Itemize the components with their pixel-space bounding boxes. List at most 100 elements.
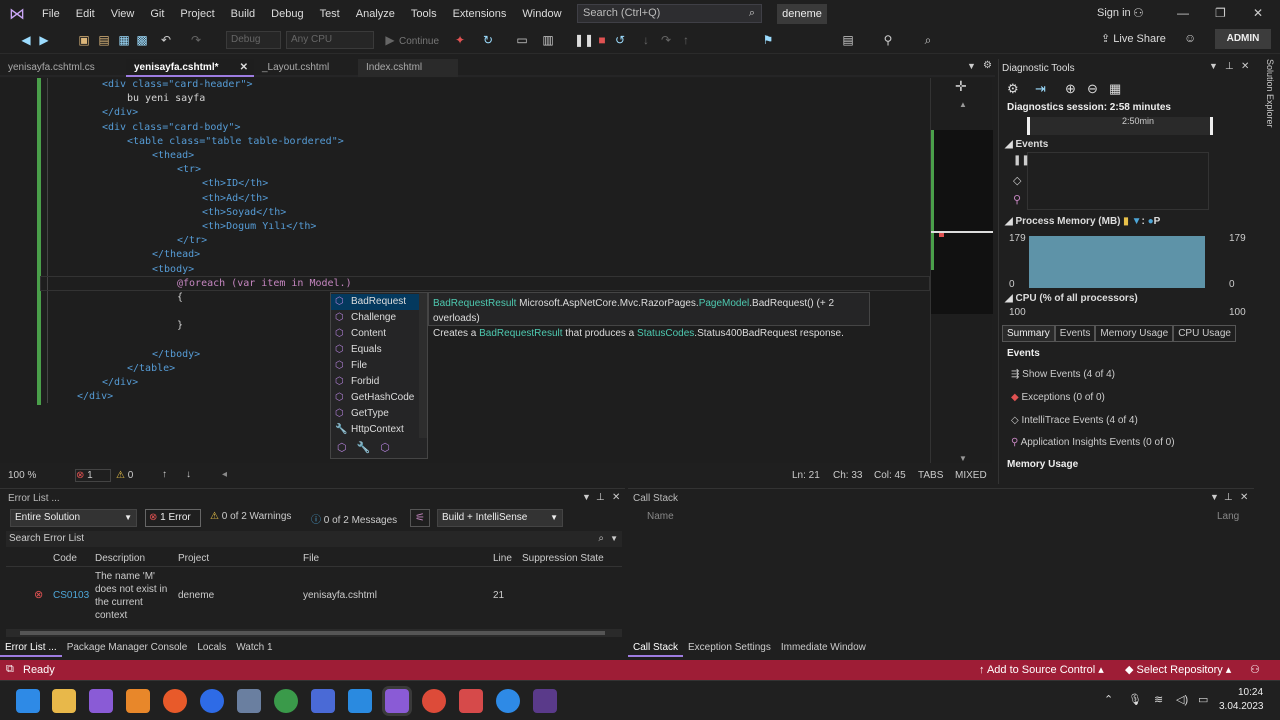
tab-immediate-window[interactable]: Immediate Window [776,639,871,657]
menu-build[interactable]: Build [223,0,263,28]
close-icon[interactable]: ✕ [1253,6,1263,20]
live-share-button[interactable]: ⇪ Live Share [1101,32,1166,45]
settings-icon[interactable]: ⚙ [1007,81,1019,97]
search-box[interactable]: Search (Ctrl+Q) ⌕ [577,4,762,23]
menu-project[interactable]: Project [172,0,222,28]
build-filter-dropdown[interactable]: Build + IntelliSense ▼ [437,509,563,527]
search-error-list[interactable]: Search Error List ⌕ ▼ [6,531,622,547]
cpu-header[interactable]: ◢ CPU (% of all processors) [1005,293,1138,304]
restore-icon[interactable]: ❐ [1215,6,1226,20]
continue-button[interactable]: Continue [399,36,439,47]
tab-yenisayfa-cs[interactable]: yenisayfa.cshtml.cs [0,59,122,77]
errors-filter-button[interactable]: ⊗ 1 Error [145,509,201,527]
wordpad-icon[interactable] [200,689,224,713]
scroll-left-icon[interactable]: ◂ [222,469,227,480]
zoom-in-icon[interactable]: ⊕ [1065,81,1076,97]
tray-chevron-icon[interactable]: ⌃ [1104,693,1113,706]
tab-index[interactable]: Index.cshtml [358,59,458,77]
redo-icon[interactable]: ↷ [188,32,204,48]
solution-explorer-side-tab[interactable]: Solution Explorer [1259,59,1275,139]
tab-summary[interactable]: Summary [1002,325,1055,342]
filter-icon[interactable]: ⚟ [410,509,430,527]
intellisense-filter-icons[interactable]: ⬡🔧⬡ [337,441,400,454]
tab-call-stack[interactable]: Call Stack [628,639,684,657]
scope-dropdown[interactable]: Entire Solution ▼ [10,509,137,527]
step-over-icon[interactable]: ↷ [658,32,674,48]
events-header[interactable]: ◢ Events [1005,139,1048,150]
chrome-icon[interactable] [422,689,446,713]
tab-locals[interactable]: Locals [192,639,231,657]
notifications-icon[interactable]: ⚇ [1250,663,1260,676]
intellitrace-row[interactable]: ◇ IntelliTrace Events (4 of 4) [1011,415,1138,426]
admin-badge[interactable]: ADMIN [1215,29,1271,49]
col-name[interactable]: Name [647,511,674,522]
menu-tools[interactable]: Tools [403,0,445,28]
microphone-icon[interactable]: 🎙 [1128,693,1142,706]
line-ending-mode[interactable]: MIXED [955,470,987,481]
call-stack-dropdown-icon[interactable]: ▼ [1210,492,1219,502]
clock-time[interactable]: 10:24 [1238,687,1263,698]
visual-studio-active-icon[interactable] [385,689,409,713]
tab-events[interactable]: Events [1054,325,1096,342]
call-stack-pin-icon[interactable]: ⊥ [1224,492,1233,503]
col-line[interactable]: Line [493,553,512,564]
editor-scrollbar-map[interactable]: ✛ ▲ ▼ [930,78,993,463]
feedback-icon[interactable]: ⚇ [1133,6,1144,20]
tab-error-list[interactable]: Error List ... [0,639,62,657]
error-list-pin-icon[interactable]: ⊥ [596,492,605,503]
forward-icon[interactable]: ▶ [36,32,52,48]
configuration-combo[interactable]: Debug [226,31,281,49]
scroll-up-icon[interactable]: ▲ [959,100,967,109]
code-editor[interactable]: <div class="card-header"> bu yeni sayfa </… [0,78,930,463]
intellisense-item[interactable]: ⬡ GetType [331,406,419,422]
timeline-icon[interactable]: ▦ [1109,81,1121,97]
restart-icon[interactable]: ↺ [612,32,628,48]
pause-icon[interactable]: ❚❚ [574,32,594,48]
step-out-icon[interactable]: ↑ [678,32,694,48]
intellisense-item[interactable]: ⬡ Equals [331,342,419,358]
col-lang[interactable]: Lang [1217,511,1239,522]
table-row[interactable]: ⊗ CS0103 The name 'M' does not exist in … [6,569,622,624]
snipping-icon[interactable] [459,689,483,713]
col-suppression[interactable]: Suppression State [522,553,604,564]
app-icon[interactable] [274,689,298,713]
battery-icon[interactable]: ▭ [1198,693,1208,706]
bookmark-toggle-icon[interactable]: ⚲ [880,32,896,48]
panel-close-icon[interactable]: ✕ [1241,61,1249,72]
horizontal-scrollbar[interactable] [6,629,622,637]
comment-icon[interactable]: ▤ [840,32,856,48]
intellisense-item[interactable]: ⬡ Content [331,326,419,342]
wifi-icon[interactable]: ≋ [1154,693,1163,706]
tab-dropdown-icon[interactable]: ▼ [967,61,976,71]
panel-dropdown-icon[interactable]: ▼ [1209,61,1218,71]
error-count-badge[interactable]: ⊗ 1 [75,469,111,482]
console-icon[interactable] [533,689,557,713]
hot-reload-icon[interactable]: ✦ [452,32,468,48]
select-repository-button[interactable]: ◆ Select Repository ▴ [1125,663,1231,676]
tab-package-manager[interactable]: Package Manager Console [62,639,193,657]
next-issue-icon[interactable]: ↓ [186,469,191,480]
save-icon[interactable]: ▦ [116,32,132,48]
tab-memory-usage[interactable]: Memory Usage [1095,325,1174,342]
timeline-ruler[interactable] [1027,117,1213,135]
sign-in-link[interactable]: Sign in [1097,7,1131,19]
start-icon[interactable] [16,689,40,713]
save-all-icon[interactable]: ▩ [134,32,150,48]
new-project-icon[interactable]: ▣ [76,32,92,48]
tab-exception-settings[interactable]: Exception Settings [683,639,776,657]
intellisense-item[interactable]: ⬡ Forbid [331,374,419,390]
tab-watch[interactable]: Watch 1 [231,639,277,657]
export-icon[interactable]: ⇥ [1035,81,1046,97]
pin-icon[interactable]: ⊥ [1225,61,1234,72]
menu-extensions[interactable]: Extensions [445,0,515,28]
previous-issue-icon[interactable]: ↑ [162,469,167,480]
tab-layout[interactable]: _Layout.cshtml [254,59,354,77]
intellisense-list[interactable]: ⬡ BadRequest ⬡ Challenge ⬡ Content ⬡ Equals ⬡ Fil… [330,292,428,459]
open-folder-icon[interactable]: ▤ [96,32,112,48]
find-icon[interactable]: ⌕ [920,32,936,48]
intellisense-item[interactable]: ⬡ BadRequest [331,294,419,310]
menu-edit[interactable]: Edit [68,0,103,28]
close-tab-icon[interactable]: ✕ [240,59,248,76]
intellisense-item[interactable]: ⬡ File [331,358,419,374]
error-list-dropdown-icon[interactable]: ▼ [582,492,591,502]
